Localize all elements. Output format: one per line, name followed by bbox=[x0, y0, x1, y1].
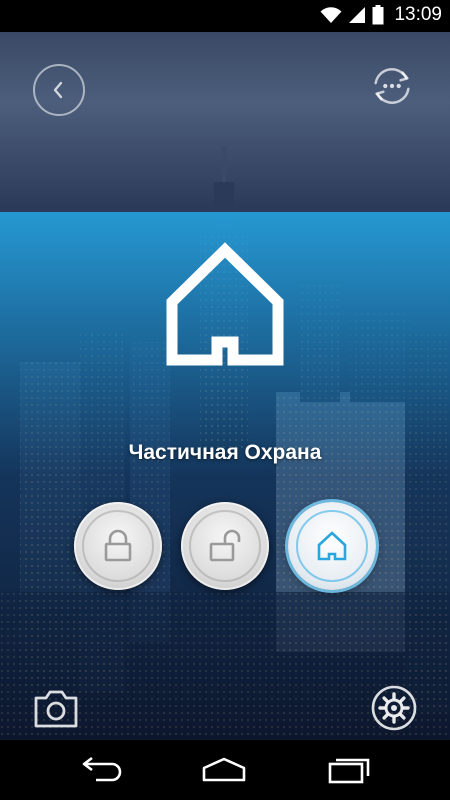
status-bar: 13:09 bbox=[0, 0, 450, 32]
home-outline-icon bbox=[166, 242, 284, 366]
partial-arm-button[interactable] bbox=[288, 502, 376, 590]
status-time: 13:09 bbox=[394, 4, 442, 25]
app-screen: Частичная Охрана bbox=[0, 32, 450, 740]
button-ring bbox=[296, 510, 368, 582]
home-icon[interactable] bbox=[200, 756, 248, 784]
battery-icon bbox=[372, 5, 384, 25]
navigation-bar bbox=[0, 740, 450, 800]
button-ring bbox=[82, 510, 154, 582]
disarm-button[interactable] bbox=[181, 502, 269, 590]
recents-icon[interactable] bbox=[326, 756, 374, 784]
arm-button[interactable] bbox=[74, 502, 162, 590]
back-button[interactable] bbox=[33, 64, 85, 116]
chevron-left-icon bbox=[53, 81, 63, 99]
button-ring bbox=[189, 510, 261, 582]
wifi-icon bbox=[320, 7, 342, 23]
back-icon[interactable] bbox=[76, 756, 124, 784]
camera-icon[interactable] bbox=[32, 686, 80, 730]
status-icons: 13:09 bbox=[320, 4, 442, 26]
gear-icon[interactable] bbox=[370, 684, 418, 732]
sync-more-icon bbox=[374, 68, 410, 104]
mode-label: Частичная Охрана bbox=[128, 441, 322, 464]
sync-button[interactable] bbox=[368, 62, 416, 110]
signal-icon bbox=[349, 7, 366, 23]
